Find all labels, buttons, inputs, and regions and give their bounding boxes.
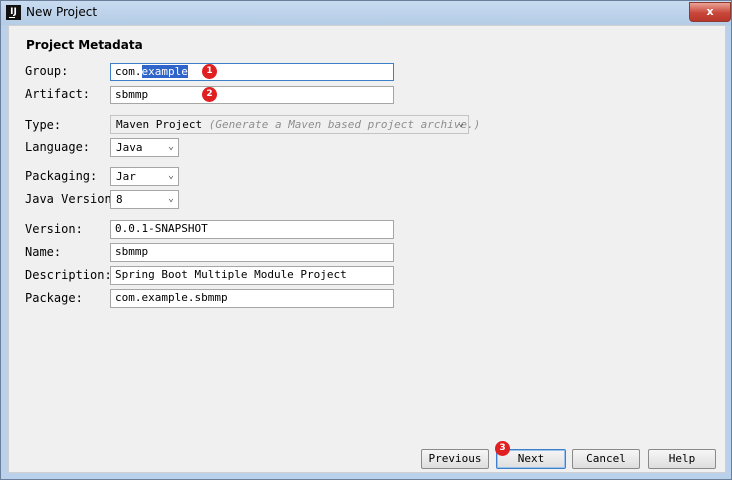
chevron-down-icon: ⌄ (167, 141, 174, 152)
chevron-down-icon: ⌄ (167, 193, 174, 204)
packaging-select[interactable]: Jar ⌄ (110, 167, 179, 186)
group-label: Group: (25, 64, 69, 78)
close-button[interactable]: x (689, 2, 731, 22)
name-field[interactable]: sbmmp (110, 243, 394, 262)
group-field[interactable]: com.example (110, 63, 394, 81)
dialog-content: Project Metadata Group: com.example 1 Ar… (8, 25, 726, 473)
name-label: Name: (25, 245, 62, 259)
window-title: New Project (26, 5, 98, 19)
chevron-down-icon: ⌄ (457, 118, 464, 129)
artifact-field[interactable]: sbmmp (110, 86, 394, 104)
step-badge-3: 3 (495, 441, 510, 456)
new-project-dialog: IJ New Project x Project Metadata Group:… (0, 0, 732, 480)
artifact-label: Artifact: (25, 87, 91, 101)
version-label: Version: (25, 222, 83, 236)
language-value: Java (116, 141, 143, 154)
java-version-label: Java Version: (25, 192, 119, 206)
type-hint: (Generate a Maven based project archive.… (208, 118, 481, 131)
version-field[interactable]: 0.0.1-SNAPSHOT (110, 220, 394, 239)
java-version-value: 8 (116, 193, 123, 206)
type-label: Type: (25, 118, 62, 132)
intellij-idea-icon: IJ (6, 5, 21, 20)
package-field[interactable]: com.example.sbmmp (110, 289, 394, 308)
type-select[interactable]: Maven Project (Generate a Maven based pr… (110, 115, 480, 134)
cancel-button[interactable]: Cancel (572, 449, 640, 469)
title-bar: IJ New Project x (1, 1, 731, 25)
previous-button[interactable]: Previous (421, 449, 489, 469)
section-title: Project Metadata (26, 38, 143, 52)
step-badge-2: 2 (202, 87, 217, 102)
group-selected-text: example (141, 65, 188, 78)
help-button[interactable]: Help (648, 449, 716, 469)
step-badge-1: 1 (202, 64, 217, 79)
group-prefix: com. (115, 65, 142, 78)
language-label: Language: (25, 140, 91, 154)
packaging-value: Jar (116, 170, 136, 183)
description-label: Description: (25, 268, 112, 282)
description-field[interactable]: Spring Boot Multiple Module Project (110, 266, 394, 285)
packaging-label: Packaging: (25, 169, 98, 183)
java-version-select[interactable]: 8 ⌄ (110, 190, 179, 209)
package-label: Package: (25, 291, 83, 305)
chevron-down-icon: ⌄ (167, 170, 174, 181)
language-select[interactable]: Java ⌄ (110, 138, 179, 157)
type-value: Maven Project (116, 118, 203, 131)
